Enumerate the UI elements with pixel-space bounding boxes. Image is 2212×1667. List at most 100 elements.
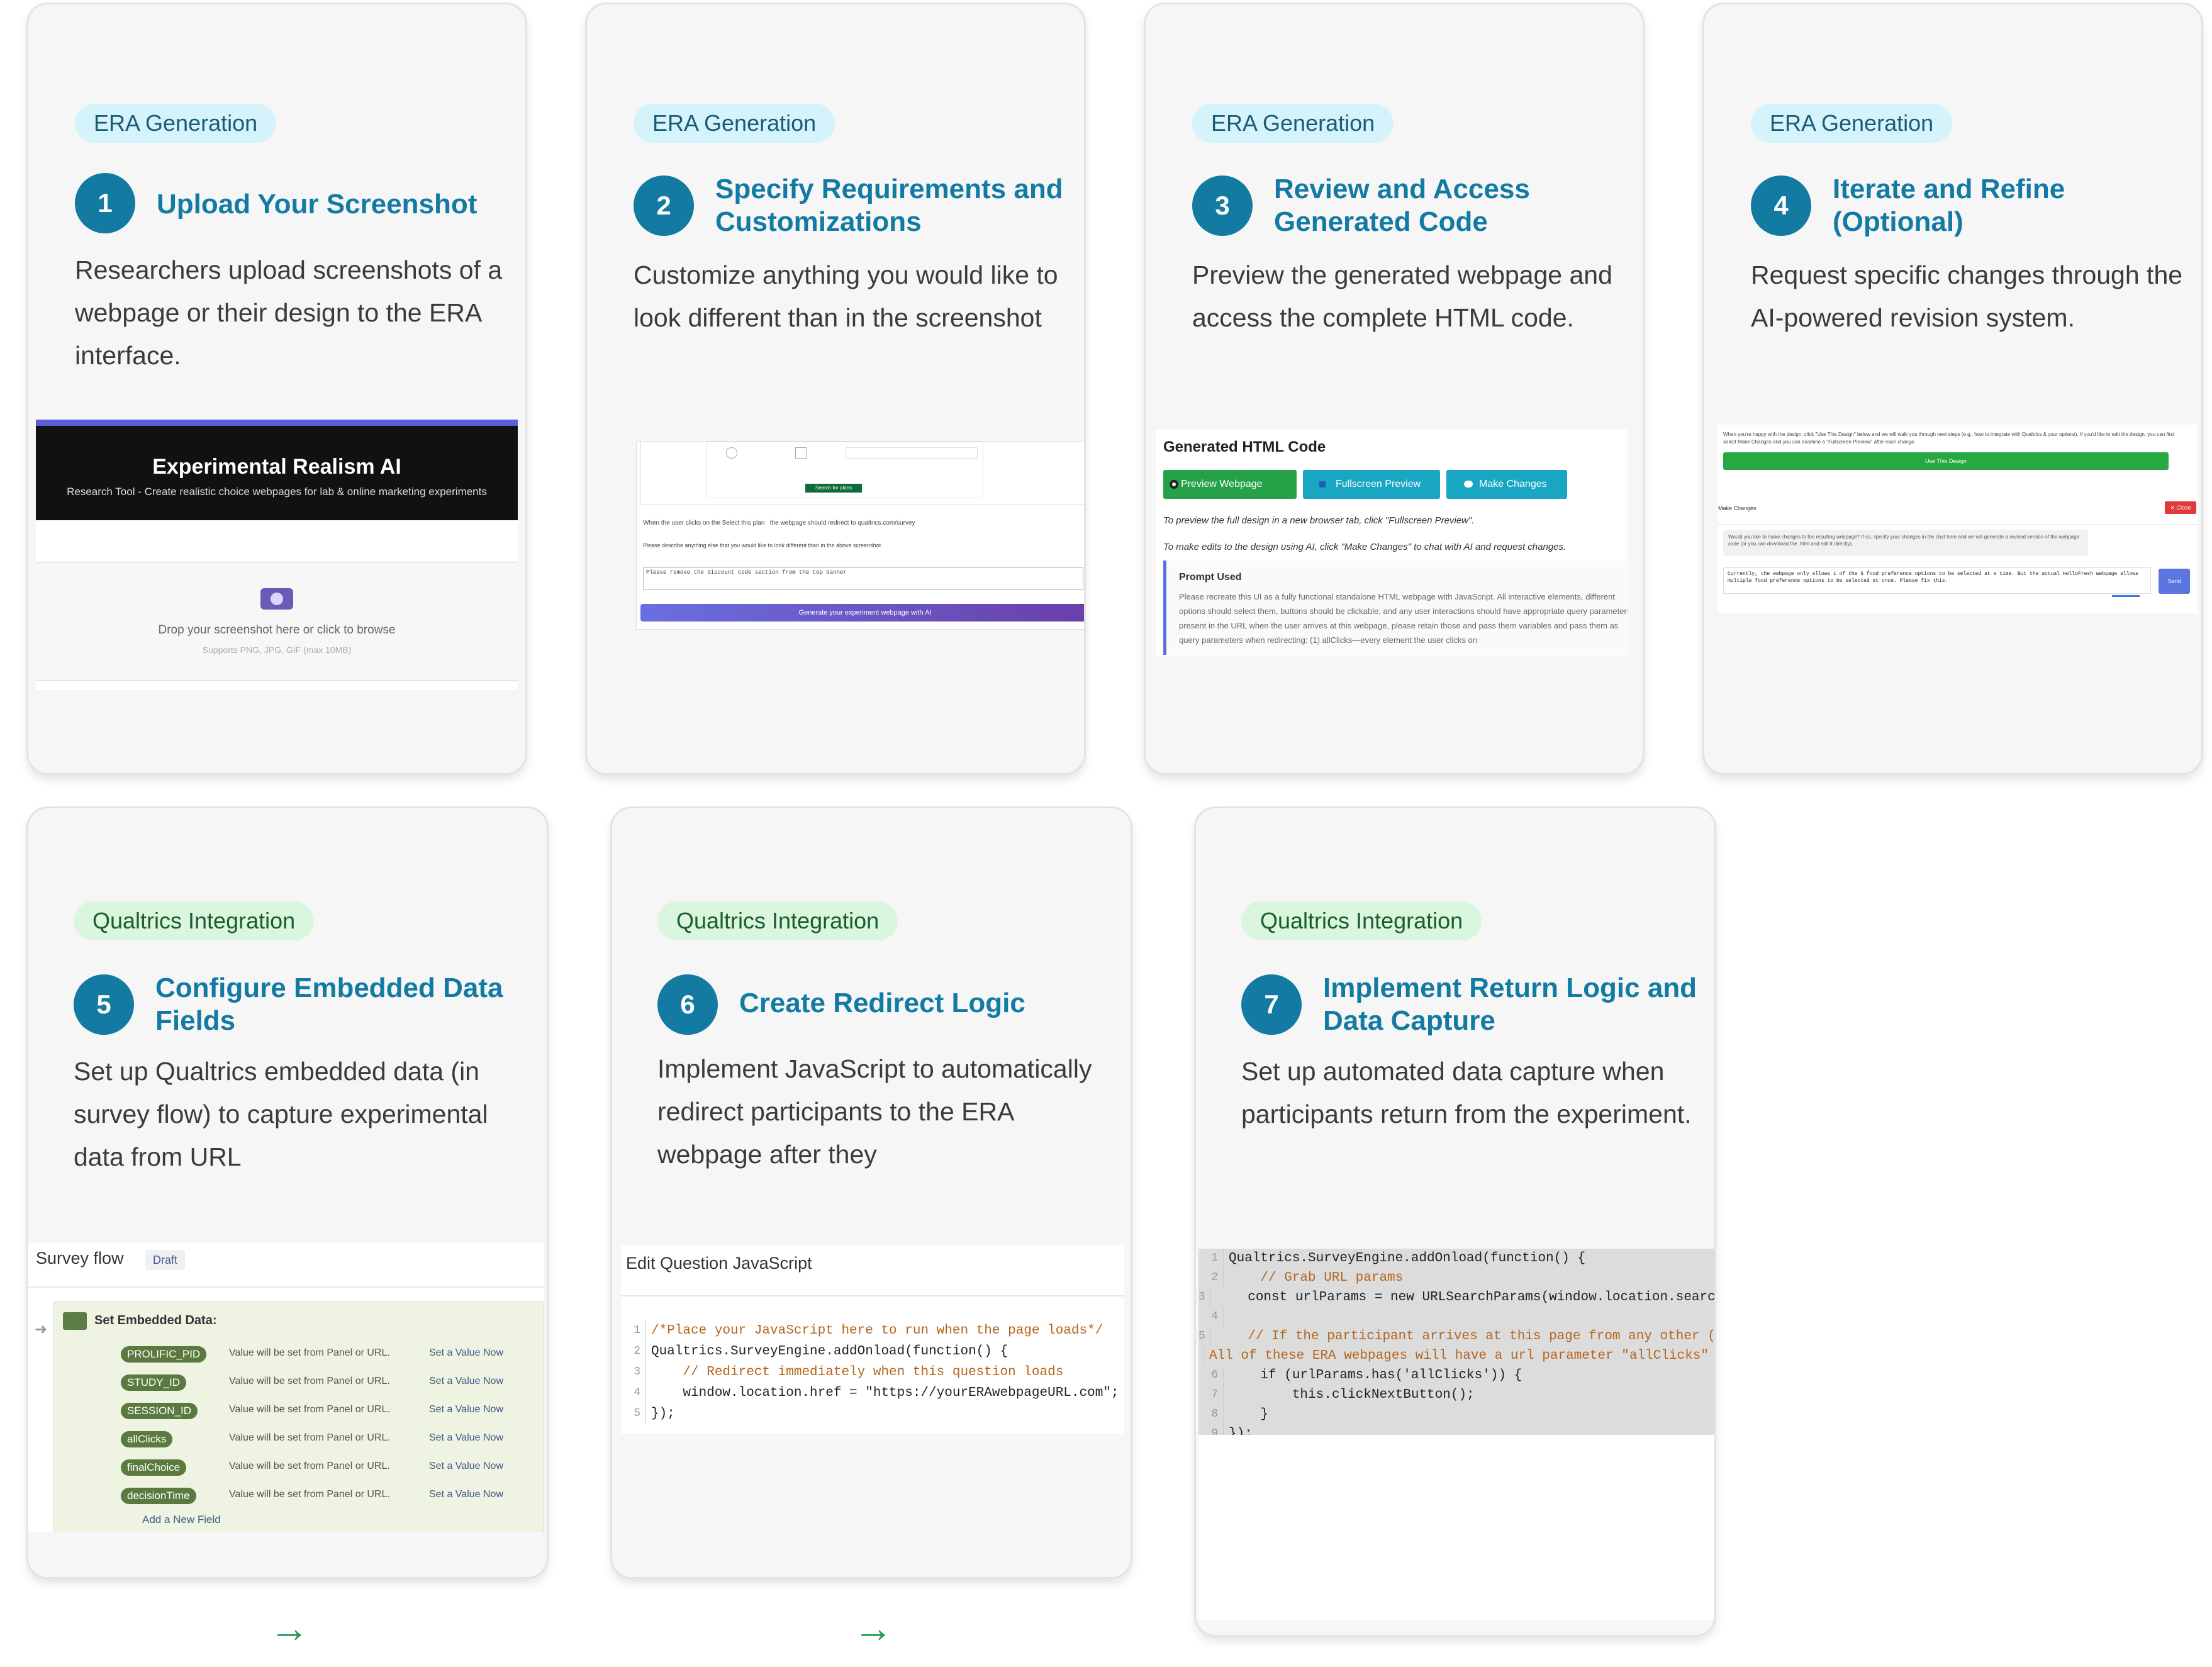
app-title: Experimental Realism AI — [152, 455, 401, 479]
redirect-instruction: When the user clicks on the Select this … — [643, 520, 915, 527]
step-description: Customize anything you would like to loo… — [634, 260, 1058, 332]
send-button[interactable]: Send — [2159, 569, 2190, 594]
code-line: 7 this.clickNextButton(); — [1198, 1385, 1714, 1405]
step-title: Specify Requirements and Customizations — [715, 174, 1063, 237]
mini-screenshot: Search for plans — [640, 442, 1084, 505]
set-value-now-link[interactable]: Set a Value Now — [429, 1432, 503, 1444]
survey-flow-title: Survey flow — [36, 1249, 124, 1268]
set-value-now-link[interactable]: Set a Value Now — [429, 1376, 503, 1387]
embedded-data-block: Set Embedded Data: PROLIFIC_PID Value wil… — [53, 1302, 544, 1532]
chat-area: Would you like to make changes to the re… — [1718, 524, 2198, 613]
dropzone-hint: Supports PNG, JPG, GIF (max 10MB) — [202, 645, 352, 655]
step-description: Set up automated data capture when parti… — [1241, 1057, 1692, 1129]
line-text: this.clickNextButton(); — [1229, 1388, 1475, 1402]
category-tag: ERA Generation — [75, 104, 277, 143]
step-title: Upload Your Screenshot — [157, 189, 478, 220]
line-text: Qualtrics.SurveyEngine.addOnload(functio… — [651, 1344, 1008, 1359]
camera-icon — [260, 588, 293, 610]
embedded-fields-list: PROLIFIC_PID Value will be set from Panel… — [54, 1342, 544, 1512]
embedded-field-row: allClicks Value will be set from Panel or… — [54, 1427, 544, 1456]
preview-webpage-button[interactable]: Preview Webpage — [1163, 470, 1297, 499]
field-value-note: Value will be set from Panel or URL. — [229, 1376, 390, 1386]
field-name-pill[interactable]: STUDY_ID — [121, 1374, 187, 1391]
javascript-editor-preview: Edit Question JavaScript 1 /*Place your J… — [621, 1245, 1124, 1434]
set-value-now-link[interactable]: Set a Value Now — [429, 1404, 503, 1415]
app-subtitle: Research Tool - Create realistic choice … — [67, 486, 487, 498]
field-value-note: Value will be set from Panel or URL. — [229, 1404, 390, 1415]
code-line: 2 // Grab URL params — [1198, 1268, 1714, 1288]
code-editor[interactable]: 1 /*Place your JavaScript here to run whe… — [621, 1320, 1124, 1431]
line-number: 9 — [1198, 1424, 1224, 1435]
line-text: }); — [1229, 1427, 1253, 1435]
step-card-4: ERA Generation 4 Iterate and Refine (Opt… — [1702, 3, 2203, 775]
step-description: Request specific changes through the AI-… — [1751, 260, 2183, 332]
prompt-used-panel: Prompt Used Please recreate this UI as a… — [1163, 560, 1628, 655]
generate-button[interactable]: Generate your experiment webpage with AI — [640, 604, 1084, 622]
step-number-badge: 3 — [1192, 176, 1253, 236]
step-card-6: Qualtrics Integration 6 Create Redirect … — [610, 806, 1132, 1579]
line-number: 2 — [1198, 1268, 1224, 1288]
code-line: 5 // If the participant arrives at this … — [1198, 1327, 1714, 1346]
embedded-data-icon — [63, 1312, 87, 1330]
set-value-now-link[interactable]: Set a Value Now — [429, 1461, 503, 1472]
step-number-badge: 1 — [75, 173, 135, 233]
line-number: 4 — [621, 1383, 646, 1403]
close-button[interactable]: ✕ Close — [2165, 501, 2196, 514]
step-card-1: ERA Generation 1 Upload Your Screenshot … — [26, 3, 527, 775]
line-text: } — [1229, 1407, 1269, 1422]
return-logic-code-preview: 1 Qualtrics.SurveyEngine.addOnload(functi… — [1198, 1249, 1714, 1620]
embedded-data-heading: Set Embedded Data: — [94, 1313, 217, 1327]
dropzone-text: Drop your screenshot here or click to br… — [158, 623, 396, 637]
eye-icon — [1170, 480, 1178, 489]
upload-dropzone[interactable]: Drop your screenshot here or click to br… — [36, 562, 518, 681]
fullscreen-preview-button[interactable]: Fullscreen Preview — [1303, 470, 1440, 499]
step-title: Create Redirect Logic — [739, 988, 1025, 1018]
category-tag: ERA Generation — [1751, 104, 1953, 143]
line-number: 8 — [1198, 1405, 1224, 1424]
line-number: 1 — [1198, 1249, 1224, 1268]
category-tag: Qualtrics Integration — [657, 901, 898, 940]
add-new-field-link[interactable]: Add a New Field — [142, 1514, 221, 1526]
step-title: Iterate and Refine (Optional) — [1833, 174, 2065, 237]
field-value-note: Value will be set from Panel or URL. — [229, 1347, 390, 1358]
step-card-5: Qualtrics Integration 5 Configure Embedd… — [26, 806, 549, 1579]
line-number: 3 — [1198, 1288, 1211, 1307]
set-value-now-link[interactable]: Set a Value Now — [429, 1347, 503, 1359]
field-name-pill[interactable]: allClicks — [121, 1431, 173, 1447]
field-name-pill[interactable]: finalChoice — [121, 1459, 187, 1476]
step-number-badge: 2 — [634, 176, 694, 236]
make-changes-button[interactable]: Make Changes — [1446, 470, 1567, 499]
step-title: Review and Access Generated Code — [1274, 174, 1530, 237]
customization-textarea[interactable]: Please remove the discount code section … — [643, 567, 1083, 590]
make-changes-label: Make Changes — [1718, 505, 1757, 511]
set-value-now-link[interactable]: Set a Value Now — [429, 1489, 503, 1500]
intro-text: When you're happy with the design, click… — [1723, 432, 2175, 445]
field-value-note: Value will be set from Panel or URL. — [229, 1461, 390, 1471]
requirements-form-preview: Search for plans When the user clicks on… — [636, 441, 1084, 630]
field-name-pill[interactable]: SESSION_ID — [121, 1403, 198, 1419]
use-this-design-button[interactable]: Use This Design — [1723, 452, 2169, 470]
code-line: All of these ERA webpages will have a ur… — [1198, 1346, 1714, 1366]
line-number: 3 — [621, 1362, 646, 1383]
line-number: 6 — [1198, 1366, 1224, 1385]
generated-code-heading: Generated HTML Code — [1163, 438, 1326, 455]
line-text: // Grab URL params — [1229, 1271, 1404, 1285]
message-input[interactable]: Currently, the webpage only allows 1 of … — [1723, 567, 2151, 594]
code-line: 6 if (urlParams.has('allClicks')) { — [1198, 1366, 1714, 1385]
preview-note: To preview the full design in a new brow… — [1163, 515, 1475, 526]
category-tag: Qualtrics Integration — [1241, 901, 1482, 940]
step-card-7: Qualtrics Integration 7 Implement Return… — [1194, 806, 1716, 1637]
code-line: 1 /*Place your JavaScript here to run whe… — [621, 1320, 1124, 1341]
survey-flow-preview: Survey flow Draft ➜ Set Embedded Data: P… — [28, 1242, 544, 1532]
category-tag: Qualtrics Integration — [74, 901, 315, 940]
field-name-pill[interactable]: PROLIFIC_PID — [121, 1346, 207, 1363]
step-card-2: ERA Generation 2 Specify Requirements an… — [585, 3, 1086, 775]
line-number: 2 — [621, 1341, 646, 1362]
code-editor[interactable]: 1 Qualtrics.SurveyEngine.addOnload(functi… — [1198, 1249, 1714, 1435]
edit-note: To make edits to the design using AI, cl… — [1163, 542, 1567, 552]
embedded-field-row: SESSION_ID Value will be set from Panel o… — [54, 1399, 544, 1427]
line-number: 4 — [1198, 1307, 1224, 1327]
step-description: Implement JavaScript to automatically re… — [657, 1054, 1092, 1169]
field-value-note: Value will be set from Panel or URL. — [229, 1489, 390, 1500]
field-name-pill[interactable]: decisionTime — [121, 1488, 196, 1504]
